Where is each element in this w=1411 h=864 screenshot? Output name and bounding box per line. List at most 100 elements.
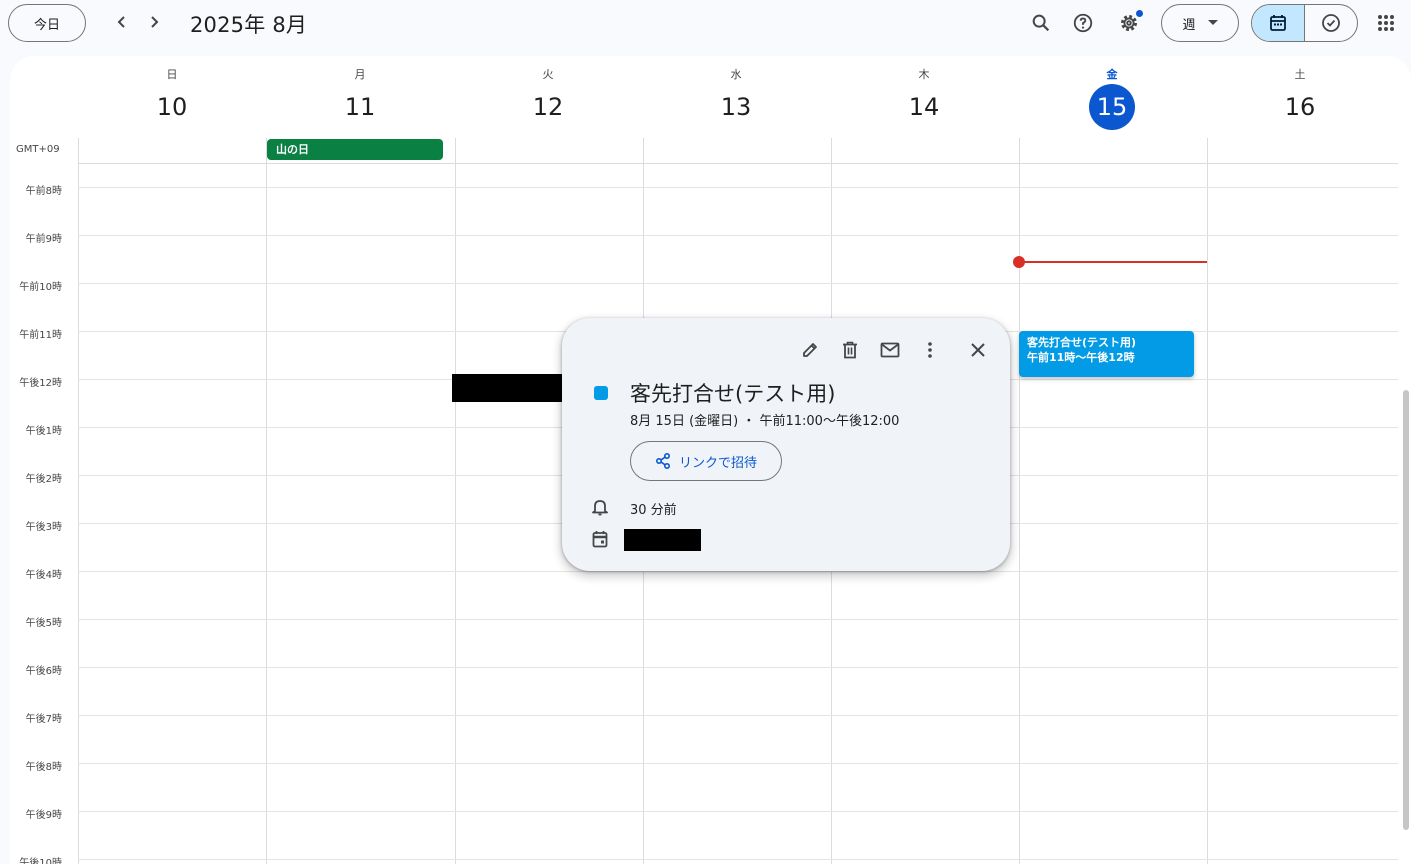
invite-via-link-button[interactable]: リンクで招待 bbox=[630, 441, 782, 481]
search-icon bbox=[1032, 14, 1050, 32]
popup-event-datetime: 8月 15日 (金曜日) ・ 午前11:00～午後12:00 bbox=[630, 414, 900, 429]
day-number[interactable]: 14 bbox=[901, 84, 947, 130]
more-options-button[interactable] bbox=[914, 334, 946, 366]
hour-label: 午後12時 bbox=[19, 378, 62, 389]
day-number-today[interactable]: 15 bbox=[1089, 84, 1135, 130]
day-name: 木 bbox=[918, 68, 930, 81]
day-number[interactable]: 13 bbox=[713, 84, 759, 130]
day-number[interactable]: 12 bbox=[525, 84, 571, 130]
day-header-tue[interactable]: 火 12 bbox=[454, 56, 642, 136]
hour-line bbox=[78, 859, 1398, 860]
bell-icon bbox=[590, 497, 610, 517]
hour-line bbox=[78, 667, 1398, 668]
day-header-wed[interactable]: 水 13 bbox=[642, 56, 830, 136]
scrollbar[interactable] bbox=[1403, 390, 1409, 830]
day-header-sun[interactable]: 日 10 bbox=[78, 56, 266, 136]
top-bar: 今日 2025年 8月 週 bbox=[0, 0, 1411, 48]
day-name: 水 bbox=[730, 68, 742, 81]
column-divider bbox=[1019, 138, 1020, 864]
event-time: 午前11時～午後12時 bbox=[1027, 351, 1135, 364]
invite-via-link-label: リンクで招待 bbox=[678, 455, 757, 471]
day-number[interactable]: 11 bbox=[337, 84, 383, 130]
day-header-sat[interactable]: 土 16 bbox=[1206, 56, 1394, 136]
email-guests-button[interactable] bbox=[874, 334, 906, 366]
close-popup-button[interactable] bbox=[962, 334, 994, 366]
share-icon bbox=[655, 453, 670, 469]
popup-event-title: 客先打合せ(テスト用) bbox=[630, 382, 836, 406]
event-details-popup: 客先打合せ(テスト用) 8月 15日 (金曜日) ・ 午前11:00～午後12:… bbox=[562, 318, 1010, 571]
hour-line bbox=[78, 571, 1398, 572]
next-week-button[interactable] bbox=[138, 6, 170, 38]
day-header-mon[interactable]: 月 11 bbox=[266, 56, 454, 136]
hour-line bbox=[78, 235, 1398, 236]
trash-icon bbox=[843, 341, 857, 359]
current-time-line bbox=[1019, 261, 1207, 263]
check-circle-icon bbox=[1322, 14, 1340, 32]
timezone-label: GMT+09 bbox=[16, 144, 60, 155]
holiday-chip[interactable]: 山の日 bbox=[267, 139, 443, 160]
view-selector[interactable]: 週 bbox=[1161, 4, 1239, 42]
column-divider bbox=[266, 138, 267, 864]
help-button[interactable] bbox=[1066, 6, 1100, 40]
day-header-fri[interactable]: 金 15 bbox=[1018, 56, 1206, 136]
hour-label: 午後1時 bbox=[25, 426, 62, 437]
event-color-swatch bbox=[594, 386, 608, 400]
hour-label: 午後9時 bbox=[25, 810, 62, 821]
settings-button[interactable] bbox=[1112, 6, 1146, 40]
close-icon bbox=[971, 343, 985, 357]
day-number[interactable]: 10 bbox=[149, 84, 195, 130]
day-header-thu[interactable]: 木 14 bbox=[830, 56, 1018, 136]
mail-icon bbox=[880, 342, 900, 358]
apps-button[interactable] bbox=[1369, 6, 1403, 40]
calendar-mode-button[interactable] bbox=[1252, 5, 1305, 41]
day-number[interactable]: 16 bbox=[1277, 84, 1323, 130]
delete-event-button[interactable] bbox=[834, 334, 866, 366]
allday-divider bbox=[78, 163, 1398, 164]
hour-label: 午後10時 bbox=[19, 858, 62, 864]
caret-down-icon bbox=[1207, 20, 1218, 25]
hour-label: 午前10時 bbox=[19, 282, 62, 293]
day-name: 土 bbox=[1294, 68, 1306, 81]
day-name: 金 bbox=[1106, 68, 1118, 81]
redacted-event bbox=[452, 374, 562, 402]
hour-line bbox=[78, 619, 1398, 620]
today-button[interactable]: 今日 bbox=[8, 4, 86, 42]
hour-label: 午後3時 bbox=[25, 522, 62, 533]
column-divider bbox=[1207, 138, 1208, 864]
event-title: 客先打合せ(テスト用) bbox=[1027, 336, 1137, 349]
search-button[interactable] bbox=[1024, 6, 1058, 40]
edit-event-button[interactable] bbox=[794, 334, 826, 366]
mode-toggle bbox=[1251, 4, 1358, 42]
day-name: 火 bbox=[542, 68, 554, 81]
hour-line bbox=[78, 715, 1398, 716]
tasks-mode-button[interactable] bbox=[1305, 5, 1357, 41]
hour-label: 午後8時 bbox=[25, 762, 62, 773]
help-icon bbox=[1073, 13, 1093, 33]
event-chip[interactable]: 客先打合せ(テスト用) 午前11時～午後12時 bbox=[1019, 331, 1194, 377]
previous-week-button[interactable] bbox=[106, 6, 138, 38]
more-vert-icon bbox=[928, 342, 932, 358]
hour-line bbox=[78, 283, 1398, 284]
reminder-text: 30 分前 bbox=[630, 503, 677, 518]
hour-line bbox=[78, 187, 1398, 188]
notification-dot bbox=[1136, 10, 1143, 17]
hour-label: 午後2時 bbox=[25, 474, 62, 485]
redacted-calendar-name bbox=[624, 529, 701, 551]
hour-label: 午前9時 bbox=[25, 234, 62, 245]
pencil-icon bbox=[803, 343, 817, 357]
hour-label: 午前11時 bbox=[19, 330, 62, 341]
hour-label: 午前8時 bbox=[25, 186, 62, 197]
column-divider bbox=[455, 138, 456, 864]
period-title: 2025年 8月 bbox=[190, 13, 308, 37]
current-time-dot bbox=[1013, 256, 1025, 268]
hour-label: 午後5時 bbox=[25, 618, 62, 629]
day-name: 日 bbox=[166, 68, 178, 81]
apps-grid-icon bbox=[1378, 15, 1394, 31]
calendar-icon bbox=[1270, 15, 1286, 31]
hour-label: 午後7時 bbox=[25, 714, 62, 725]
calendar-icon bbox=[590, 529, 610, 549]
hour-label: 午後4時 bbox=[25, 570, 62, 581]
day-name: 月 bbox=[354, 68, 366, 81]
hour-line bbox=[78, 811, 1398, 812]
chevron-left-icon bbox=[117, 16, 125, 28]
